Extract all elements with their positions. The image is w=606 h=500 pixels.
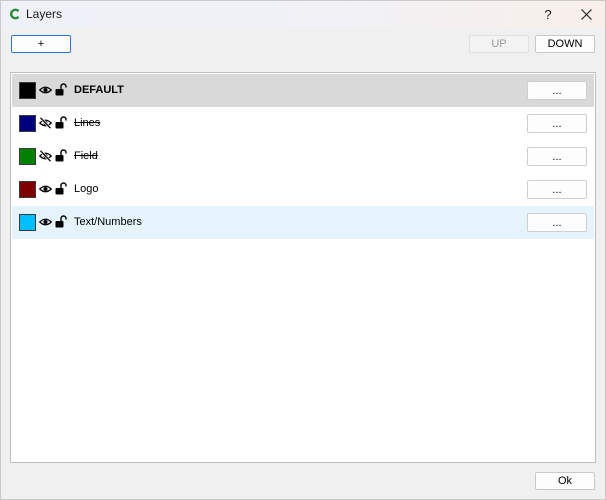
move-up-button[interactable]: UP bbox=[469, 35, 529, 53]
eye-hidden-icon[interactable] bbox=[39, 117, 52, 129]
layer-row-field[interactable]: Field ... bbox=[12, 140, 594, 173]
layer-options-button[interactable]: ... bbox=[527, 213, 587, 232]
add-layer-button[interactable]: + bbox=[11, 35, 71, 53]
unlocked-icon[interactable] bbox=[55, 182, 67, 195]
layer-color-swatch[interactable] bbox=[19, 115, 36, 132]
layer-name: Text/Numbers bbox=[74, 216, 142, 228]
layer-options-button[interactable]: ... bbox=[527, 180, 587, 199]
window-title: Layers bbox=[26, 7, 63, 21]
eye-hidden-icon[interactable] bbox=[39, 150, 52, 162]
unlocked-icon[interactable] bbox=[55, 215, 67, 228]
title-bar: Layers ? bbox=[0, 0, 606, 27]
layer-color-swatch[interactable] bbox=[19, 214, 36, 231]
layer-options-button[interactable]: ... bbox=[527, 114, 587, 133]
unlocked-icon[interactable] bbox=[55, 149, 67, 162]
layer-row-default[interactable]: DEFAULT ... bbox=[12, 74, 594, 107]
eye-icon[interactable] bbox=[39, 216, 52, 228]
layer-color-swatch[interactable] bbox=[19, 181, 36, 198]
layer-row-text-numbers[interactable]: Text/Numbers ... bbox=[12, 206, 594, 239]
layer-name: Field bbox=[74, 150, 98, 162]
layer-color-swatch[interactable] bbox=[19, 82, 36, 99]
layer-name: Lines bbox=[74, 117, 101, 129]
layer-name: Logo bbox=[74, 183, 99, 195]
help-button[interactable]: ? bbox=[535, 1, 561, 28]
move-down-button[interactable]: DOWN bbox=[535, 35, 595, 53]
layer-row-lines[interactable]: Lines ... bbox=[12, 107, 594, 140]
c-logo-icon bbox=[9, 8, 20, 20]
layer-list[interactable]: DEFAULT ... Lines ... Field ... Logo ...… bbox=[10, 72, 596, 463]
ok-button[interactable]: Ok bbox=[535, 472, 595, 490]
layer-options-button[interactable]: ... bbox=[527, 147, 587, 166]
unlocked-icon[interactable] bbox=[55, 83, 67, 96]
layer-options-button[interactable]: ... bbox=[527, 81, 587, 100]
unlocked-icon[interactable] bbox=[55, 116, 67, 129]
eye-icon[interactable] bbox=[39, 84, 52, 96]
close-icon bbox=[580, 9, 592, 20]
close-button[interactable] bbox=[573, 1, 599, 28]
layer-name: DEFAULT bbox=[74, 84, 124, 96]
eye-icon[interactable] bbox=[39, 183, 52, 195]
layer-row-logo[interactable]: Logo ... bbox=[12, 173, 594, 206]
layer-color-swatch[interactable] bbox=[19, 148, 36, 165]
